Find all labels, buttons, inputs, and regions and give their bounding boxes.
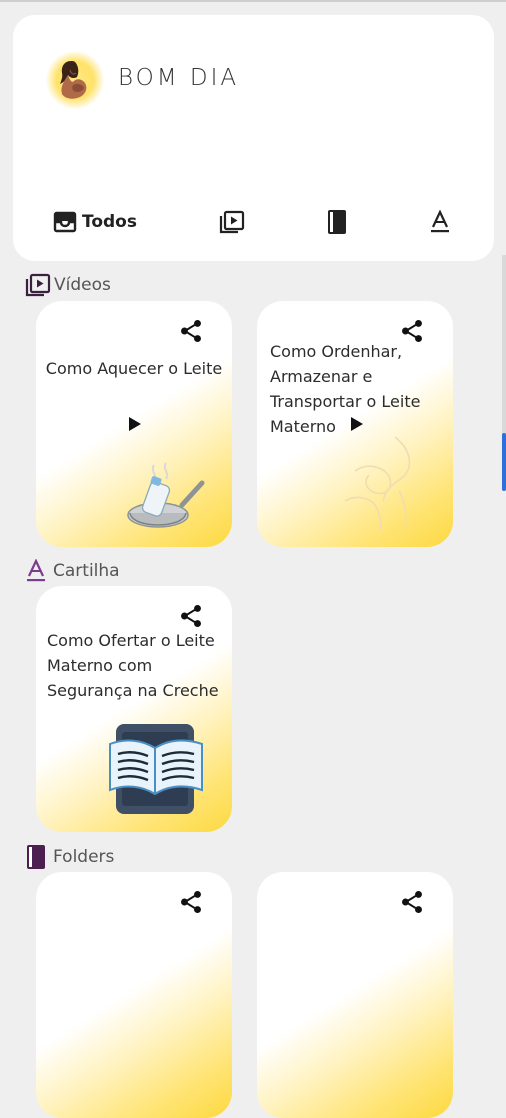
section-header-folders: Folders [25, 844, 114, 870]
ebook-tablet-illustration [109, 724, 203, 814]
section-title-folders: Folders [53, 847, 115, 867]
play-icon[interactable] [350, 416, 364, 432]
section-title-videos: Vídeos [54, 275, 111, 295]
share-icon[interactable] [178, 889, 204, 915]
breastfeeding-outline-illustration [344, 436, 411, 532]
video-library-icon [25, 273, 51, 297]
share-icon[interactable] [178, 318, 204, 344]
book-icon [328, 210, 346, 234]
section-header-cartilha: Cartilha [25, 558, 120, 584]
filter-folders[interactable] [326, 205, 348, 239]
text-format-icon [27, 559, 45, 582]
scrollbar-thumb[interactable] [502, 433, 506, 491]
video-card-aquecer[interactable]: Como Aquecer o Leite [36, 301, 232, 547]
share-icon[interactable] [178, 603, 204, 629]
folder-card-2[interactable] [257, 872, 453, 1118]
top-divider [0, 0, 506, 2]
card-title: Como Ofertar o Leite Materno com Seguran… [47, 631, 219, 700]
video-card-ordenhar[interactable]: Como Ordenhar, Armazenar e Transportar o… [257, 301, 453, 547]
filter-all[interactable]: Todos [53, 205, 137, 239]
play-icon[interactable] [128, 416, 142, 432]
text-format-icon [431, 210, 449, 233]
inbox-icon [53, 211, 77, 233]
avatar[interactable] [46, 51, 104, 109]
cartilha-card-ofertar[interactable]: Como Ofertar o Leite Materno com Seguran… [36, 586, 232, 832]
filter-cartilha[interactable] [429, 205, 451, 239]
warming-pan-illustration [127, 462, 205, 528]
section-title-cartilha: Cartilha [53, 561, 120, 581]
share-icon[interactable] [399, 889, 425, 915]
section-header-videos: Vídeos [25, 272, 111, 298]
filter-videos[interactable] [219, 205, 245, 239]
filter-all-label: Todos [82, 212, 137, 232]
book-icon [27, 845, 45, 869]
greeting-title: BOM DIA [118, 65, 240, 91]
mother-nursing-illustration [60, 61, 87, 99]
card-title: Como Aquecer o Leite [45, 359, 223, 378]
video-library-icon [219, 210, 245, 234]
folder-card-1[interactable] [36, 872, 232, 1118]
header-card: BOM DIA Todos [13, 15, 494, 261]
